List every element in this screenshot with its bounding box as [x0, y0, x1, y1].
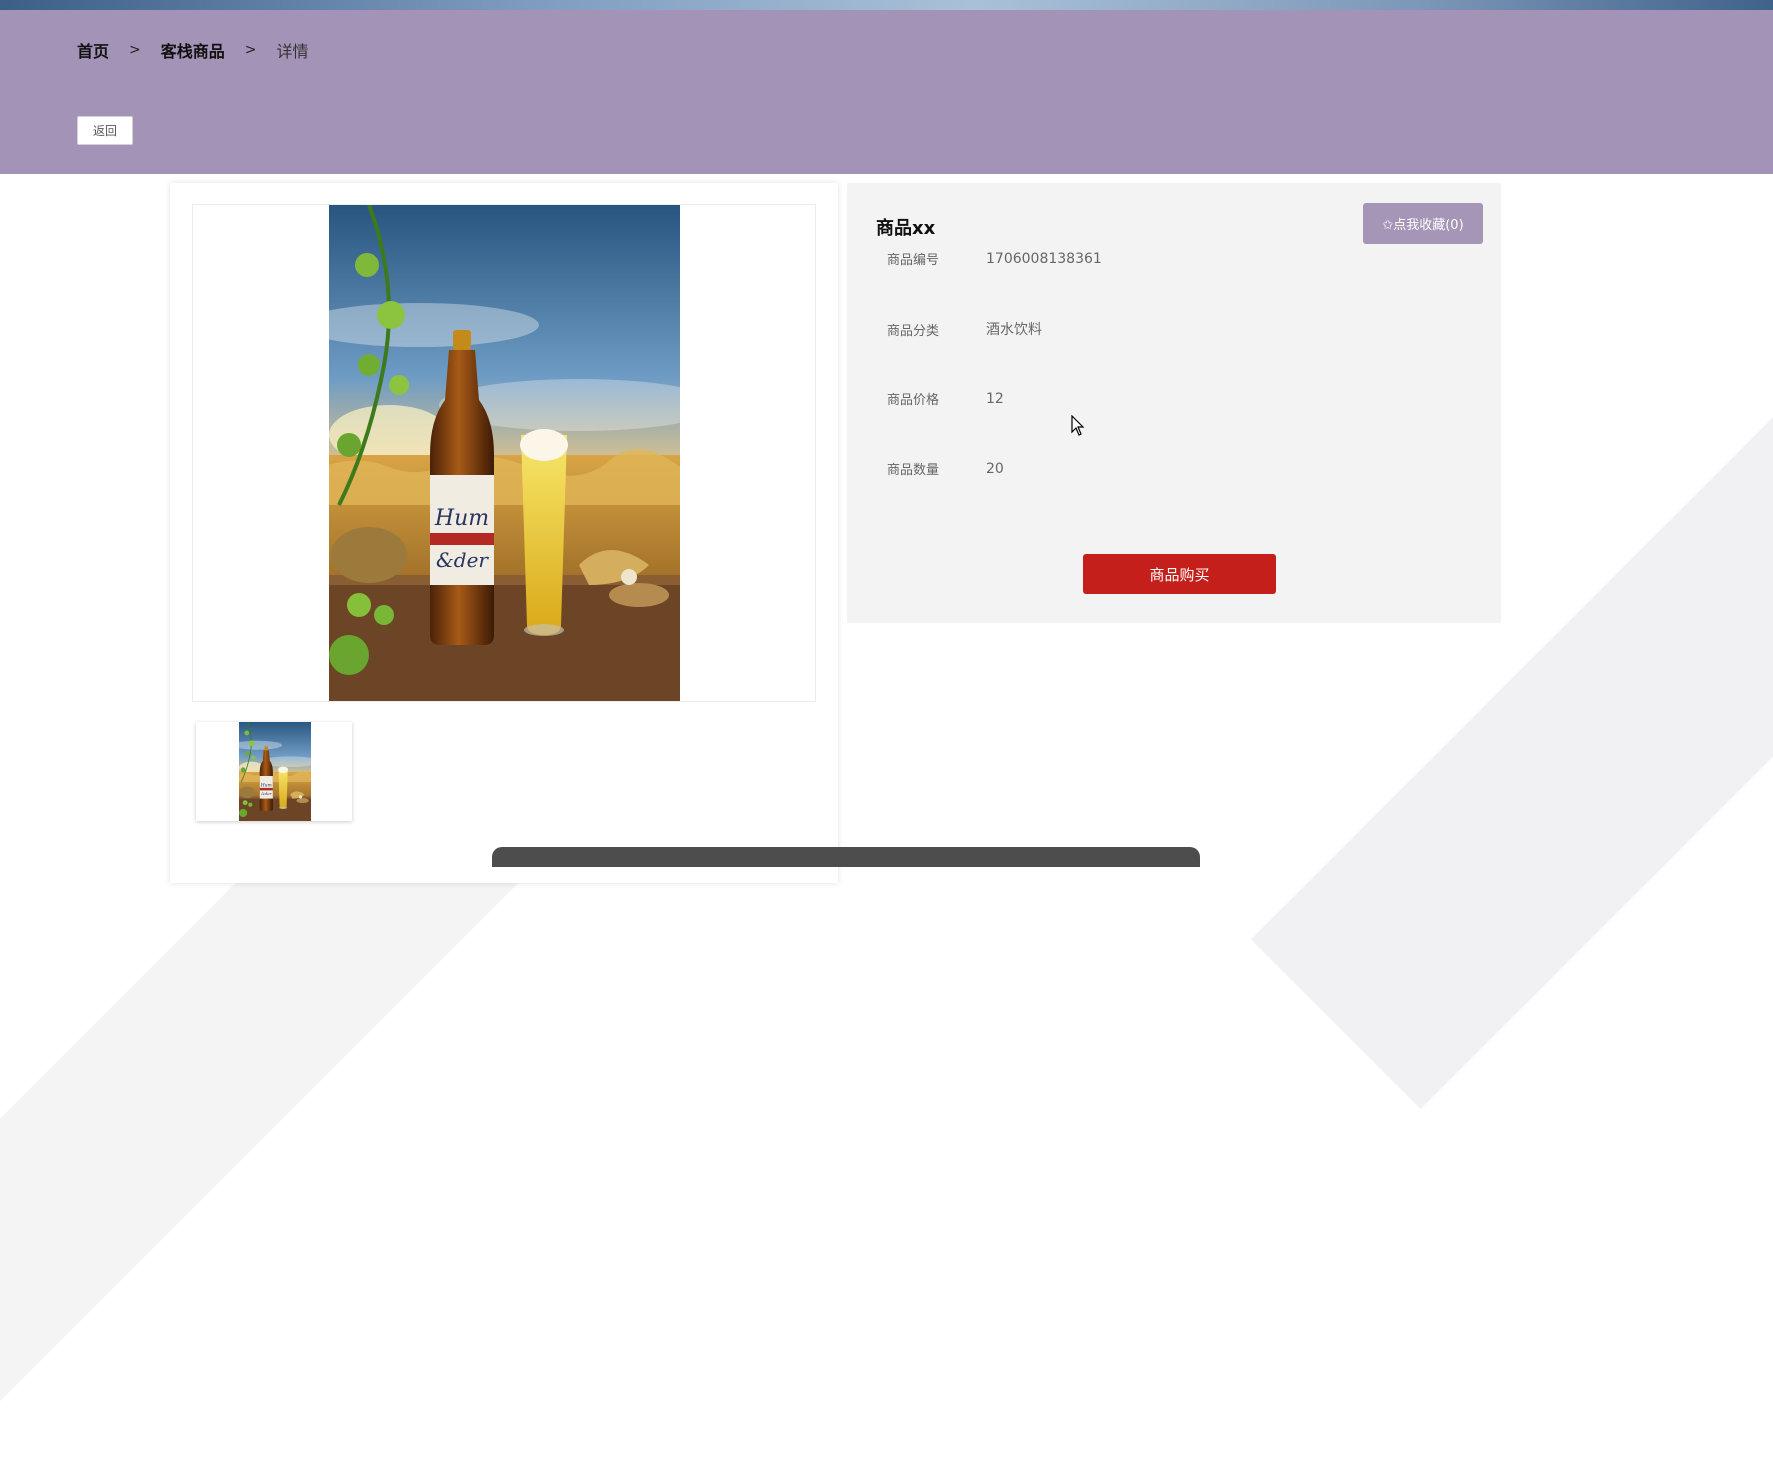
info-label: 商品数量: [887, 463, 940, 478]
breadcrumb: 首页 > 客栈商品 > 详情: [77, 38, 309, 62]
back-button[interactable]: 返回: [77, 116, 133, 145]
product-thumbnail-image[interactable]: [239, 722, 311, 821]
product-main-image[interactable]: [329, 205, 680, 701]
mouse-pointer-icon: [1071, 415, 1085, 436]
page-header: 首页 > 客栈商品 > 详情 返回: [0, 10, 1773, 174]
info-value: 酒水饮料: [986, 322, 1042, 338]
info-row-category: 商品分类 酒水饮料: [887, 319, 1042, 339]
favorite-button[interactable]: ✩点我收藏(0): [1363, 203, 1483, 244]
info-row-id: 商品编号 1706008138361: [887, 249, 1102, 269]
info-value: 1706008138361: [986, 250, 1102, 267]
product-title: 商品xx: [876, 218, 936, 239]
product-gallery: [170, 183, 838, 883]
breadcrumb-separator: >: [129, 42, 141, 58]
info-label: 商品价格: [887, 393, 940, 408]
info-row-price: 商品价格 12: [887, 389, 1004, 409]
bottom-overlay-bar: [492, 847, 1200, 867]
info-row-quantity: 商品数量 20: [887, 459, 1004, 479]
breadcrumb-current: 详情: [276, 42, 309, 61]
breadcrumb-category[interactable]: 客栈商品: [161, 38, 225, 62]
breadcrumb-separator: >: [244, 42, 257, 58]
info-label: 商品编号: [887, 253, 940, 268]
main-image-frame: [192, 204, 816, 702]
info-value: 12: [986, 390, 1004, 407]
buy-button[interactable]: 商品购买: [1083, 554, 1276, 594]
info-value: 20: [986, 460, 1004, 477]
thumbnail-item[interactable]: [196, 722, 352, 821]
breadcrumb-home[interactable]: 首页: [77, 38, 109, 62]
product-info-panel: 商品xx ✩点我收藏(0) 商品编号 1706008138361 商品分类 酒水…: [847, 183, 1501, 623]
browser-top-strip: [0, 0, 1773, 10]
info-label: 商品分类: [887, 323, 940, 339]
